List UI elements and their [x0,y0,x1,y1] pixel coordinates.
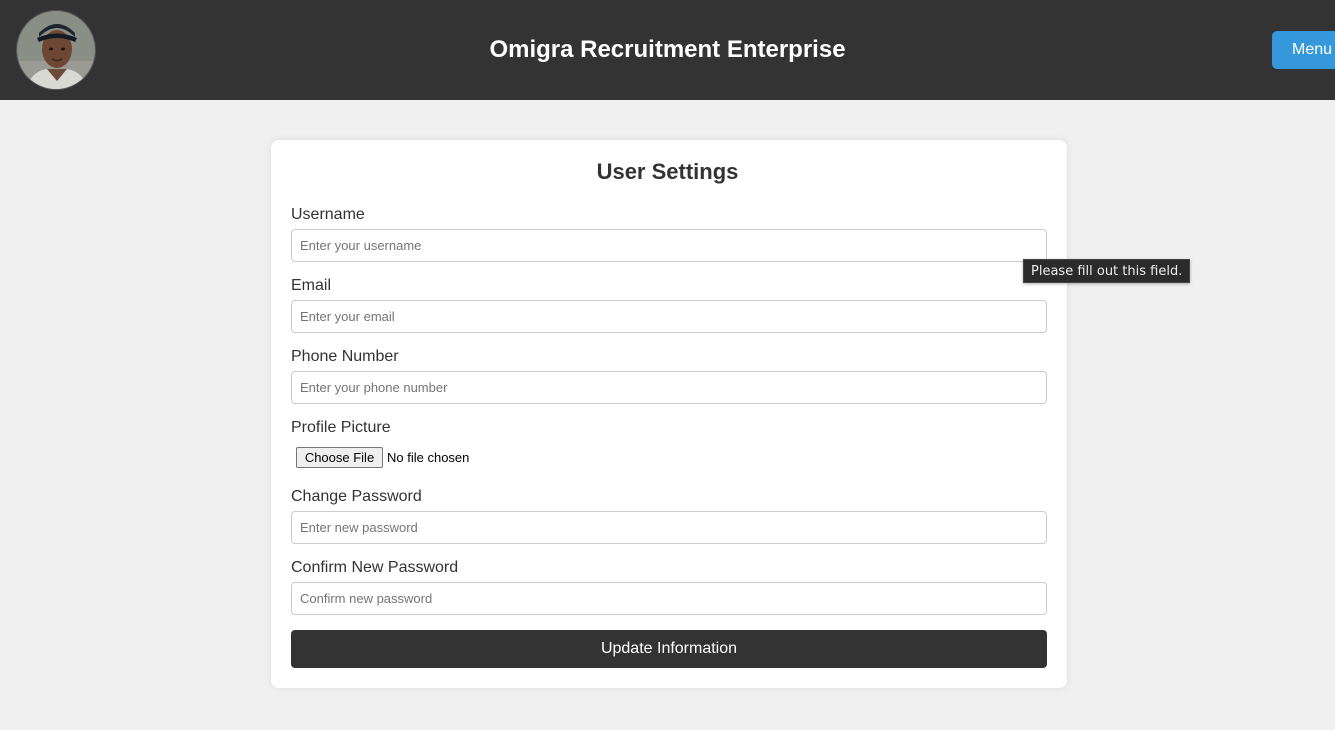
username-field[interactable] [291,229,1047,262]
file-status-text: No file chosen [387,450,470,465]
validation-tooltip: Please fill out this field. [1023,259,1191,283]
confirm-password-label: Confirm New Password [291,559,459,576]
page-title: User Settings [596,159,739,184]
profile-picture-label: Profile Picture [291,419,391,436]
username-label: Username [291,206,365,223]
phone-field[interactable] [291,371,1047,404]
choose-file-button[interactable]: Choose File [296,447,383,468]
phone-label: Phone Number [291,348,399,365]
top-header: Omigra Recruitment Enterprise Menu [0,0,1335,100]
site-title: Omigra Recruitment Enterprise [489,36,846,63]
update-information-button[interactable]: Update Information [291,630,1047,668]
new-password-field[interactable] [291,511,1047,544]
confirm-password-field[interactable] [291,582,1047,615]
change-password-label: Change Password [291,488,422,505]
menu-button[interactable]: Menu [1272,31,1335,69]
email-label: Email [291,277,332,294]
email-field[interactable] [291,300,1047,333]
